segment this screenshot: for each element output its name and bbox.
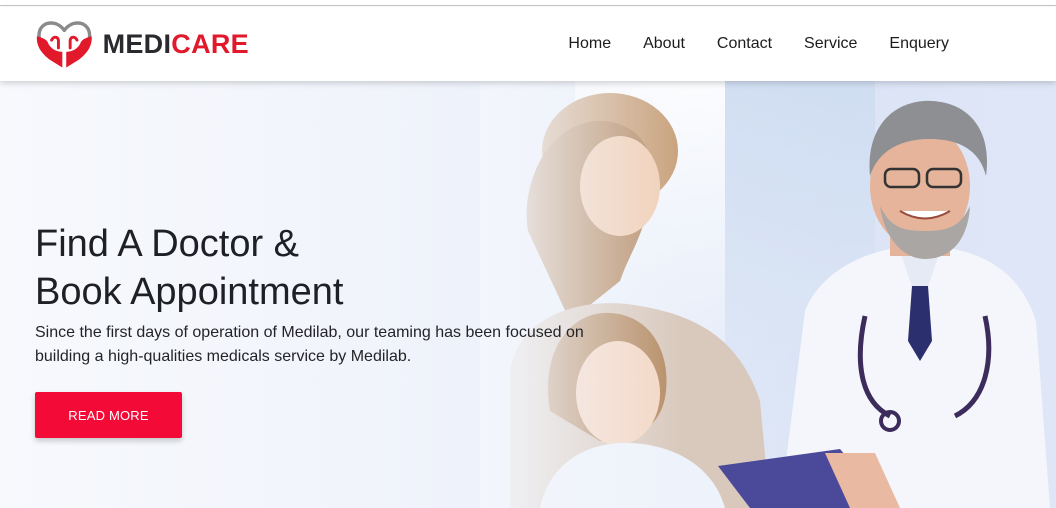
hero-banner: Find A Doctor & Book Appointment Since t… — [0, 81, 1056, 508]
nav-contact[interactable]: Contact — [717, 35, 772, 53]
site-header: MEDICARE Home About Contact Service Enqu… — [0, 7, 1056, 81]
nav-enquery[interactable]: Enquery — [889, 35, 949, 53]
read-more-button[interactable]: READ MORE — [35, 392, 182, 438]
brand-part-care: CARE — [171, 28, 249, 59]
hero-title-line2: Book Appointment — [35, 271, 344, 313]
nav-about[interactable]: About — [643, 35, 685, 53]
hero-description: Since the first days of operation of Med… — [35, 324, 584, 365]
brand-part-medi: MEDI — [102, 28, 172, 59]
nav-home[interactable]: Home — [568, 35, 611, 53]
nav-service[interactable]: Service — [804, 35, 857, 53]
hero-title-line1: Find A Doctor & — [35, 223, 300, 265]
heart-hands-logo-icon — [36, 21, 92, 68]
top-border — [0, 0, 1056, 6]
doctor-family-hero-image — [480, 81, 1056, 508]
hero-title: Find A Doctor & Book Appointment — [35, 220, 455, 316]
brand-name: MEDICARE — [103, 29, 249, 60]
logo[interactable]: MEDICARE — [34, 15, 249, 73]
main-nav: Home About Contact Service Enquery — [536, 7, 949, 81]
